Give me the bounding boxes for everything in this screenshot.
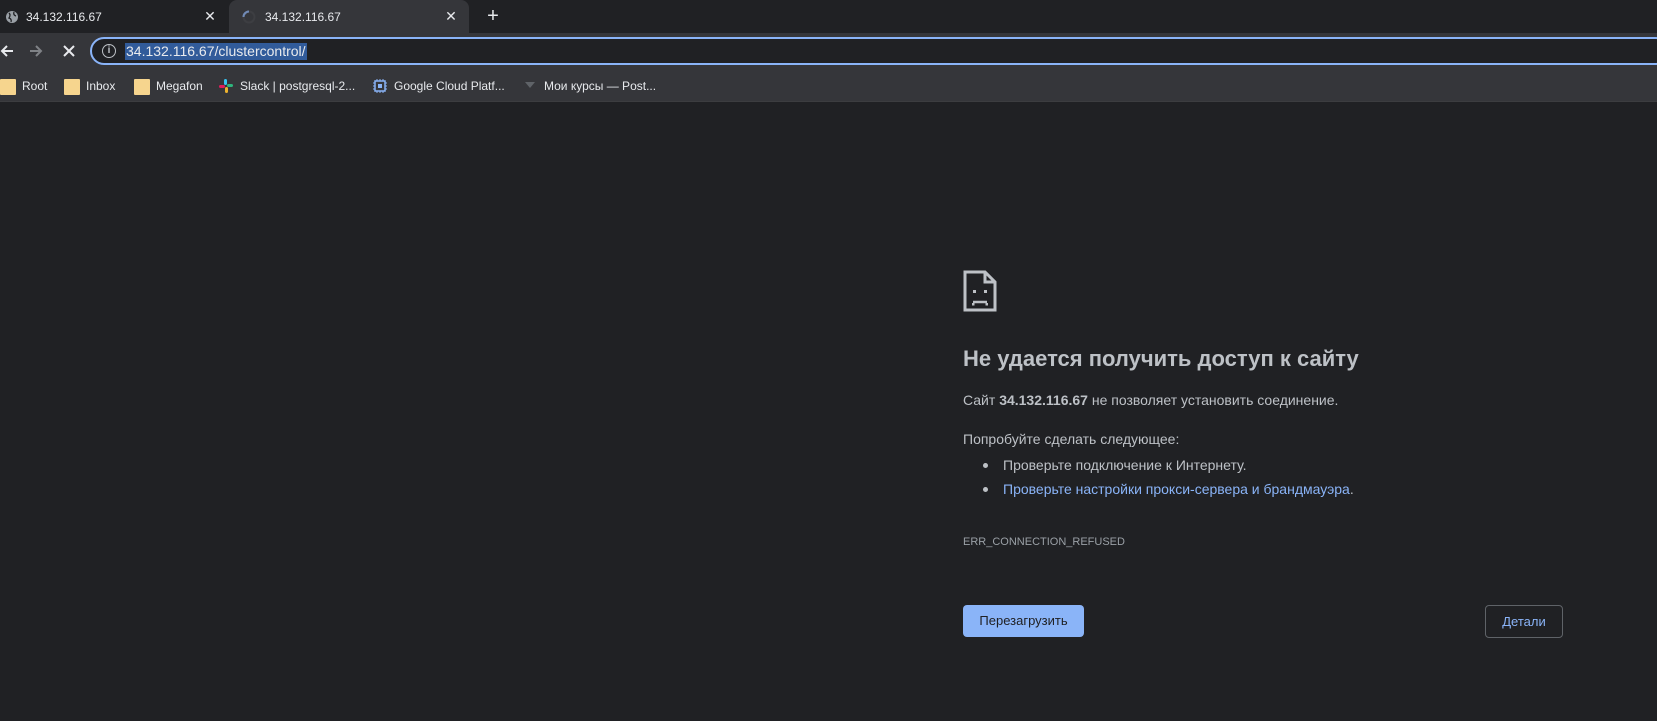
bookmarks-bar: Root Inbox Megafon Slack | postgresql-2.…: [0, 69, 1657, 102]
proxy-firewall-link[interactable]: Проверьте настройки прокси-сервера и бра…: [1003, 481, 1350, 497]
close-tab-icon[interactable]: ✕: [443, 8, 459, 24]
info-icon[interactable]: i: [102, 44, 116, 58]
bookmark-label: Root: [22, 78, 48, 93]
folder-icon: [134, 78, 150, 95]
globe-icon: [6, 11, 18, 23]
address-bar[interactable]: i 34.132.116.67/clustercontrol/: [90, 37, 1657, 65]
error-headline: Не удается получить доступ к сайту: [963, 346, 1359, 371]
tab-inactive[interactable]: 34.132.116.67 ✕: [0, 0, 228, 33]
sad-page-icon: [963, 270, 997, 312]
desc-prefix: Сайт: [963, 392, 1000, 408]
suggestions-list: Проверьте подключение к Интернету. Прове…: [983, 453, 1354, 501]
error-page: Не удается получить доступ к сайту Сайт …: [0, 102, 1657, 721]
bookmark-label: Google Cloud Platf...: [394, 78, 505, 93]
close-tab-icon[interactable]: ✕: [202, 8, 218, 24]
suggestion-item: Проверьте настройки прокси-сервера и бра…: [983, 477, 1354, 501]
arrow-right-icon: [30, 45, 43, 57]
tab-title: 34.132.116.67: [26, 10, 102, 24]
bookmark-label: Inbox: [86, 78, 116, 93]
back-button[interactable]: [0, 40, 18, 62]
arrow-left-icon: [0, 45, 13, 57]
browser-toolbar: i 34.132.116.67/clustercontrol/: [0, 33, 1657, 69]
tab-strip: 34.132.116.67 ✕ 34.132.116.67 ✕ +: [0, 0, 1657, 33]
bookmark-my-courses[interactable]: Мои курсы — Post...: [522, 69, 656, 102]
error-code: ERR_CONNECTION_REFUSED: [963, 536, 1125, 548]
bookmark-root[interactable]: Root: [0, 69, 47, 102]
suggestion-item: Проверьте подключение к Интернету.: [983, 453, 1354, 477]
folder-icon: [64, 78, 80, 95]
bookmark-label: Slack | postgresql-2...: [240, 78, 356, 93]
bookmark-label: Мои курсы — Post...: [544, 78, 657, 93]
url-text[interactable]: 34.132.116.67/clustercontrol/: [125, 43, 307, 60]
chip-icon: [373, 78, 387, 93]
desc-host: 34.132.116.67: [999, 392, 1088, 408]
forward-button[interactable]: [25, 40, 47, 62]
slack-icon: [219, 78, 233, 93]
bookmark-favicon-icon: [525, 81, 535, 88]
tab-active[interactable]: 34.132.116.67 ✕: [229, 0, 469, 33]
bookmark-inbox[interactable]: Inbox: [64, 69, 115, 102]
desc-suffix: не позволяет установить соединение.: [1087, 392, 1339, 408]
reload-button[interactable]: Перезагрузить: [963, 605, 1084, 637]
suggestions-heading: Попробуйте сделать следующее:: [963, 431, 1180, 447]
suggestion-tail: .: [1349, 481, 1354, 497]
close-icon: [63, 45, 75, 57]
bookmark-megafon[interactable]: Megafon: [134, 69, 203, 102]
details-button[interactable]: Детали: [1485, 605, 1563, 638]
loading-spinner-icon: [242, 10, 256, 24]
new-tab-button[interactable]: +: [482, 5, 504, 27]
tab-title: 34.132.116.67: [265, 10, 341, 24]
bookmark-label: Megafon: [156, 78, 203, 93]
suggestion-text: Проверьте подключение к Интернету.: [1003, 457, 1247, 473]
bookmark-google-cloud[interactable]: Google Cloud Platf...: [372, 69, 505, 102]
folder-icon: [0, 78, 16, 95]
stop-button[interactable]: [58, 40, 80, 62]
error-description: Сайт 34.132.116.67 не позволяет установи…: [963, 391, 1338, 409]
bookmark-slack[interactable]: Slack | postgresql-2...: [218, 69, 355, 102]
